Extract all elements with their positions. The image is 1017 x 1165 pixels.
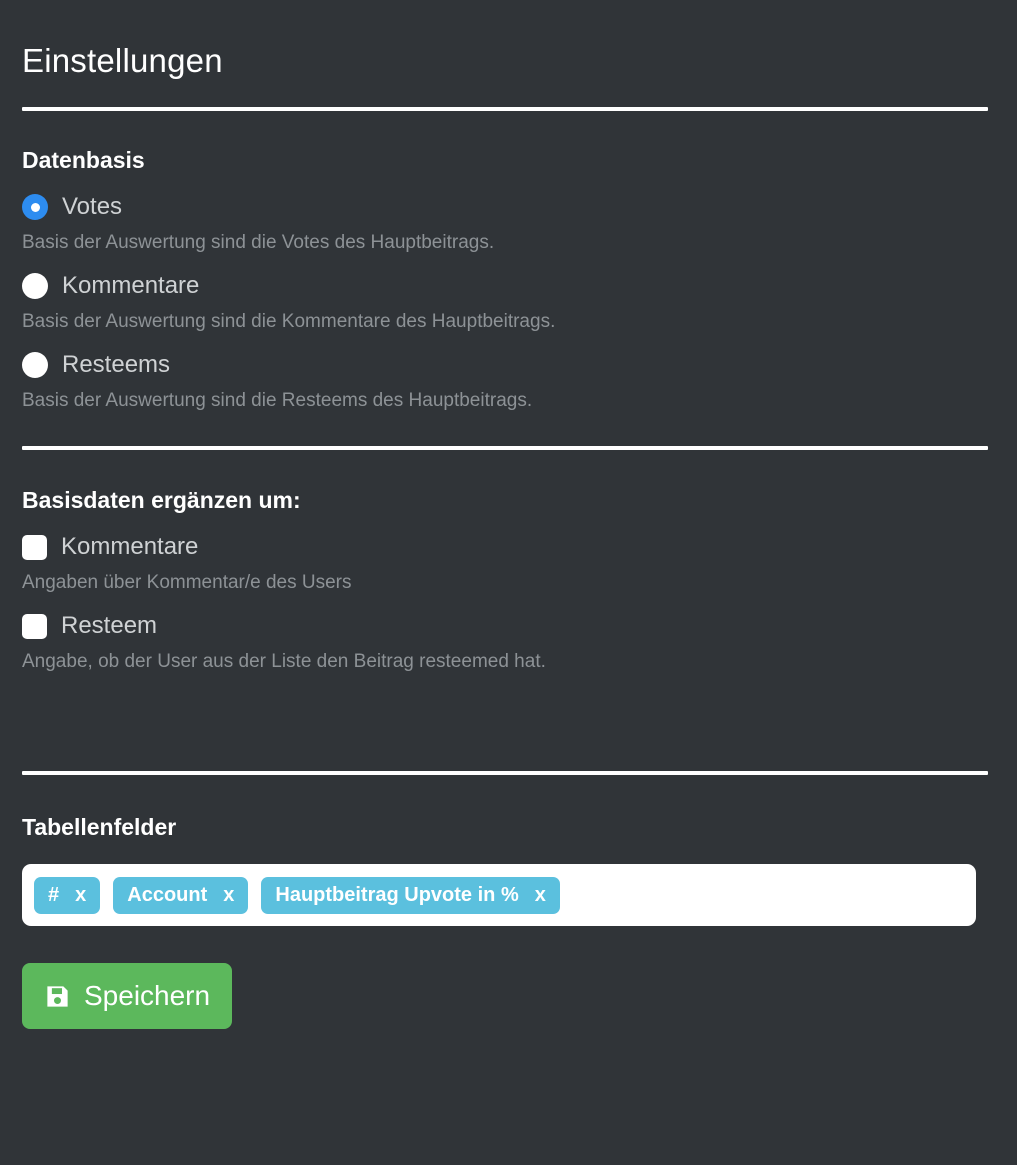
checkbox-resteem-description: Angabe, ob der User aus der Liste den Be… <box>22 651 546 672</box>
basisdaten-section: Basisdaten ergänzen um: Kommentare Angab… <box>22 485 995 674</box>
tag-label: Account <box>127 883 208 906</box>
radio-votes-label: Votes <box>62 193 123 220</box>
save-button[interactable]: Speichern <box>22 963 233 1029</box>
datenbasis-option-resteems[interactable]: Resteems Basis der Auswertung sind die R… <box>22 348 995 413</box>
checkbox-resteem[interactable] <box>22 613 47 639</box>
datenbasis-section: Datenbasis Votes Basis der Auswertung si… <box>22 145 995 413</box>
settings-page: Einstellungen Datenbasis Votes Basis der… <box>0 0 1017 1165</box>
tabellenfelder-input[interactable]: # x Account x Hauptbeitrag Upvote in % x <box>22 864 976 926</box>
datenbasis-option-votes[interactable]: Votes Basis der Auswertung sind die Vote… <box>22 190 995 255</box>
tag-remove-icon[interactable]: x <box>223 884 234 907</box>
radio-votes-description: Basis der Auswertung sind die Votes des … <box>22 232 495 253</box>
checkbox-kommentare[interactable] <box>22 534 47 560</box>
checkbox-kommentare-description: Angaben über Kommentar/e des Users <box>22 572 352 593</box>
checkbox-kommentare-label: Kommentare <box>61 533 199 560</box>
radio-resteems-description: Basis der Auswertung sind die Resteems d… <box>22 390 533 411</box>
tag-label: Hauptbeitrag Upvote in % <box>275 883 519 906</box>
radio-resteems-label: Resteems <box>62 351 171 378</box>
tag-label: # <box>48 883 60 906</box>
divider-bottom <box>22 771 988 775</box>
radio-kommentare-label: Kommentare <box>62 272 200 299</box>
datenbasis-heading: Datenbasis <box>22 147 145 173</box>
radio-votes[interactable] <box>22 194 48 220</box>
tag-remove-icon[interactable]: x <box>75 884 86 907</box>
divider-top <box>22 107 988 111</box>
radio-kommentare-description: Basis der Auswertung sind die Kommentare… <box>22 311 556 332</box>
tag-remove-icon[interactable]: x <box>535 884 546 907</box>
radio-kommentare[interactable] <box>22 273 48 299</box>
basisdaten-option-kommentare[interactable]: Kommentare Angaben über Kommentar/e des … <box>22 530 995 595</box>
tag-item[interactable]: # x <box>34 876 101 914</box>
checkbox-resteem-label: Resteem <box>61 612 158 639</box>
tabellenfelder-heading: Tabellenfelder <box>22 814 177 840</box>
basisdaten-option-resteem[interactable]: Resteem Angabe, ob der User aus der List… <box>22 609 995 674</box>
tabellenfelder-section: Tabellenfelder # x Account x Hauptbeitra… <box>22 812 995 926</box>
save-button-label: Speichern <box>84 980 211 1011</box>
tag-item[interactable]: Hauptbeitrag Upvote in % x <box>261 876 560 914</box>
divider-middle <box>22 446 988 450</box>
tag-item[interactable]: Account x <box>113 876 249 914</box>
basisdaten-heading: Basisdaten ergänzen um: <box>22 487 301 513</box>
datenbasis-option-kommentare[interactable]: Kommentare Basis der Auswertung sind die… <box>22 269 995 334</box>
page-title: Einstellungen <box>22 42 223 79</box>
floppy-disk-icon <box>44 983 71 1010</box>
radio-resteems[interactable] <box>22 352 48 378</box>
